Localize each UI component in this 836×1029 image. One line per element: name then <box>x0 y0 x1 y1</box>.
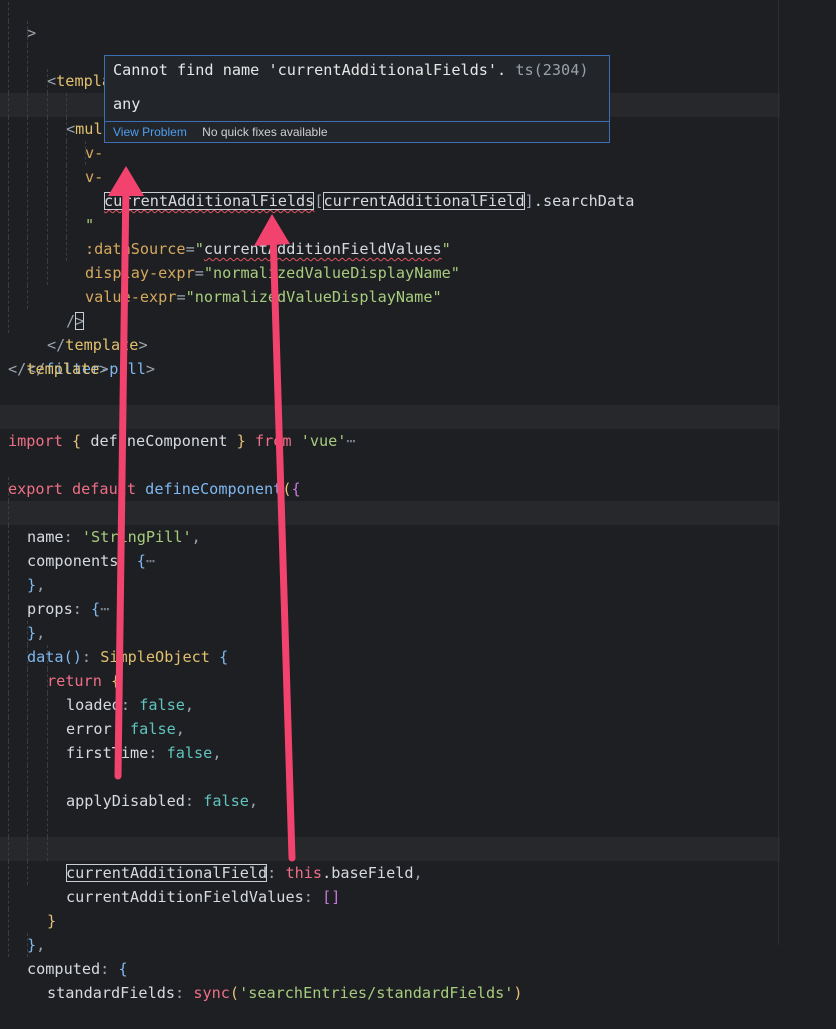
code-line: loaded: false, <box>0 645 780 714</box>
code-line: currentAdditionalFields[currentAdditiona… <box>0 141 780 210</box>
code-line: value-expr="normalizedValueDisplayName" <box>0 237 780 306</box>
error-code: ts(2304) <box>515 61 589 79</box>
code-line: }, <box>0 573 780 642</box>
code-line: display-expr="normalizedValueDisplayName… <box>0 213 780 282</box>
code-line: return { <box>0 621 780 690</box>
hover-tooltip: Cannot find name 'currentAdditionalField… <box>104 55 610 143</box>
code-line: /> <box>0 261 780 330</box>
code-line: data(): SimpleObject { <box>0 597 780 666</box>
code-line: props: {⋯ <box>0 549 780 618</box>
code-line: import { defineComponent } from 'vue'⋯ <box>0 405 780 450</box>
code-line: currentAdditionalField: this.baseField, <box>0 813 780 882</box>
code-line: export default defineComponent({ <box>8 480 301 498</box>
code-line: computed: { <box>0 909 780 978</box>
code-line <box>0 717 780 741</box>
code-line: components: {⋯ <box>0 501 780 570</box>
code-line: name: 'StringPill', <box>0 477 780 546</box>
hover-actions: View Problem No quick fixes available <box>113 125 328 139</box>
code-line: </filter-pill> <box>0 309 780 378</box>
error-message: Cannot find name 'currentAdditionalField… <box>113 61 589 79</box>
code-line: } <box>0 861 780 930</box>
view-problem-link[interactable]: View Problem <box>113 125 187 139</box>
hover-divider <box>105 121 609 122</box>
code-line: }, <box>0 525 780 594</box>
code-line: </template> <box>8 360 109 378</box>
no-quick-fixes-text: No quick fixes available <box>202 125 328 139</box>
code-line: currentAdditionalFields: {}, <box>0 789 780 858</box>
code-line: <template #title></template> <box>0 21 780 90</box>
code-line: <script lang="ts"> <box>0 381 780 426</box>
code-line: standardFields: sync('searchEntries/stan… <box>0 933 780 1002</box>
error-text: Cannot find name 'currentAdditionalField… <box>113 61 507 79</box>
code-line: error: false, <box>0 669 780 738</box>
hover-type: any <box>113 95 141 113</box>
code-line: :dataSource="currentAdditionFieldValues" <box>0 189 780 258</box>
code-line <box>0 765 780 789</box>
code-line: }, <box>0 885 780 954</box>
code-line: " <box>0 165 780 234</box>
code-line: currentAdditionFieldValues: [] <box>0 837 780 906</box>
ellipsis-icon[interactable]: ⋯ <box>346 432 355 450</box>
code-line: applyDisabled: false, <box>0 741 780 810</box>
code-line: </template> <box>0 285 780 354</box>
code-line: > <box>0 0 780 42</box>
editor-ruler <box>778 0 779 945</box>
code-line: firstTime: false, <box>0 693 780 762</box>
